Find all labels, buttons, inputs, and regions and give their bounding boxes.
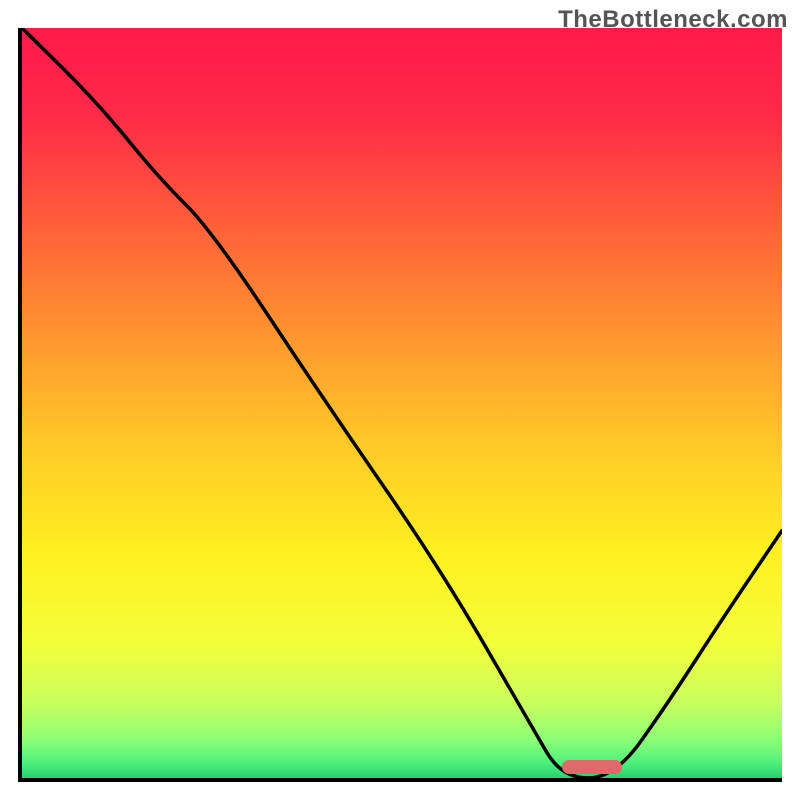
- chart-stage: TheBottleneck.com: [0, 0, 800, 800]
- optimal-marker: [562, 760, 623, 774]
- curve-path: [22, 28, 782, 778]
- bottleneck-curve: [22, 28, 782, 778]
- plot-area: [18, 28, 782, 782]
